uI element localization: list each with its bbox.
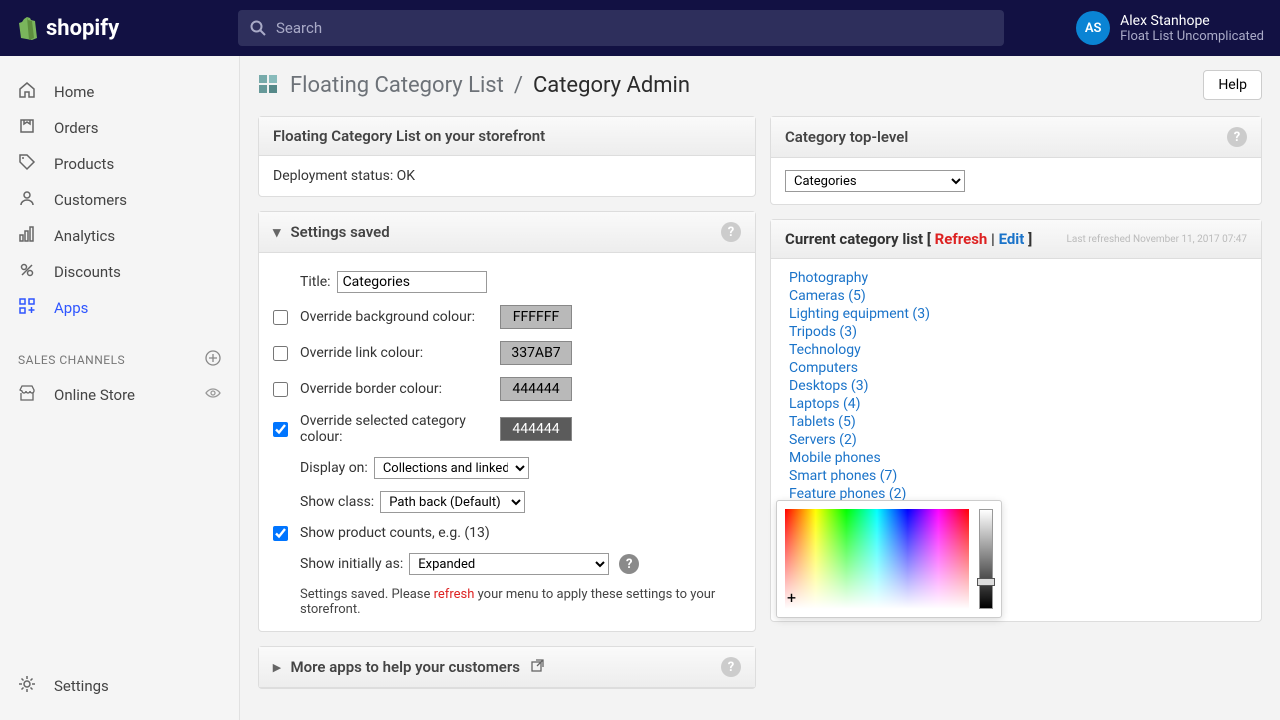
deploy-status: Deployment status: OK: [273, 168, 415, 184]
help-icon[interactable]: ?: [721, 657, 741, 677]
slider-handle[interactable]: [977, 578, 995, 586]
link-label: Override link colour:: [300, 345, 500, 361]
category-link[interactable]: Desktops (3): [789, 377, 1243, 395]
sales-channels-header: SALES CHANNELS: [0, 326, 239, 377]
color-spectrum[interactable]: +: [785, 509, 969, 609]
display-select[interactable]: Collections and linked p: [374, 457, 529, 479]
shopify-icon: [16, 16, 38, 40]
title-input[interactable]: [337, 271, 487, 293]
display-label: Display on:: [300, 460, 368, 476]
border-color-input[interactable]: [500, 377, 572, 401]
add-channel-icon[interactable]: [205, 350, 221, 369]
counts-checkbox[interactable]: [273, 526, 288, 541]
catlist-title: Current category list [ Refresh | Edit ]: [785, 230, 1032, 248]
selcat-label: Override selected category colour:: [300, 413, 500, 445]
bg-checkbox[interactable]: [273, 310, 288, 325]
initial-label: Show initially as:: [300, 556, 403, 572]
gear-icon: [18, 675, 40, 697]
category-link[interactable]: Technology: [789, 341, 1243, 359]
showclass-select[interactable]: Path back (Default): [380, 491, 525, 513]
border-checkbox[interactable]: [273, 382, 288, 397]
help-icon[interactable]: ?: [1227, 127, 1247, 147]
toplevel-panel: Category top-level? Categories: [770, 116, 1262, 205]
avatar: AS: [1076, 11, 1110, 45]
help-icon[interactable]: ?: [619, 554, 639, 574]
settings-panel: ▾ Settings saved ? Title: Override backg…: [258, 211, 756, 632]
products-icon: [18, 153, 40, 175]
search-input[interactable]: [238, 10, 1004, 46]
category-link[interactable]: Tablets (5): [789, 413, 1243, 431]
refresh-link[interactable]: refresh: [434, 587, 475, 602]
category-link[interactable]: Lighting equipment (3): [789, 305, 1243, 323]
save-message: Settings saved. Please refresh your menu…: [273, 581, 741, 619]
category-link[interactable]: Photography: [789, 269, 1243, 287]
crosshair-icon: +: [787, 588, 796, 607]
nav-orders[interactable]: Orders: [0, 110, 239, 146]
nav-settings[interactable]: Settings: [0, 668, 239, 704]
help-icon[interactable]: ?: [721, 222, 741, 242]
settings-title: Settings saved: [291, 223, 390, 241]
user-shop: Float List Uncomplicated: [1120, 29, 1264, 44]
category-link[interactable]: Laptops (4): [789, 395, 1243, 413]
toplevel-title: Category top-level: [785, 128, 908, 146]
brand-logo[interactable]: shopify: [16, 16, 238, 41]
breadcrumb-app[interactable]: Floating Category List: [290, 73, 504, 98]
orders-icon: [18, 117, 40, 139]
breadcrumb: Floating Category List / Category Admin …: [258, 70, 1262, 100]
nav-products[interactable]: Products: [0, 146, 239, 182]
nav-customers[interactable]: Customers: [0, 182, 239, 218]
edit-button[interactable]: Edit: [999, 230, 1025, 248]
bg-label: Override background colour:: [300, 309, 500, 325]
deploy-title: Floating Category List on your storefron…: [273, 127, 545, 145]
customers-icon: [18, 189, 40, 211]
home-icon: [18, 81, 40, 103]
analytics-icon: [18, 225, 40, 247]
refresh-button[interactable]: Refresh: [935, 230, 988, 248]
chevron-down-icon[interactable]: ▾: [273, 223, 281, 241]
more-apps-panel: ▸ More apps to help your customers ?: [258, 646, 756, 689]
brand-text: shopify: [46, 16, 119, 41]
nav-online-store[interactable]: Online Store: [0, 377, 239, 413]
eye-icon[interactable]: [205, 385, 221, 405]
breadcrumb-page: Category Admin: [533, 73, 690, 98]
nav-home[interactable]: Home: [0, 74, 239, 110]
selcat-checkbox[interactable]: [273, 422, 288, 437]
app-icon: [258, 74, 280, 96]
sidebar: Home Orders Products Customers Analytics…: [0, 56, 240, 720]
nav-apps[interactable]: Apps: [0, 290, 239, 326]
link-color-input[interactable]: [500, 341, 572, 365]
border-label: Override border colour:: [300, 381, 500, 397]
selcat-color-input[interactable]: [500, 417, 572, 441]
counts-label: Show product counts, e.g. (13): [300, 525, 490, 541]
user-menu[interactable]: AS Alex Stanhope Float List Uncomplicate…: [1076, 11, 1264, 45]
category-link[interactable]: Computers: [789, 359, 1243, 377]
deployment-panel: Floating Category List on your storefron…: [258, 116, 756, 197]
more-apps-title: More apps to help your customers: [291, 658, 520, 676]
bg-color-input[interactable]: [500, 305, 572, 329]
category-link[interactable]: Cameras (5): [789, 287, 1243, 305]
user-name: Alex Stanhope: [1120, 13, 1264, 29]
category-link[interactable]: Mobile phones: [789, 449, 1243, 467]
help-button[interactable]: Help: [1203, 70, 1262, 100]
initial-select[interactable]: Expanded: [409, 553, 609, 575]
search-icon: [250, 20, 266, 36]
category-link[interactable]: Tripods (3): [789, 323, 1243, 341]
color-picker[interactable]: +: [776, 500, 1002, 618]
category-link[interactable]: Servers (2): [789, 431, 1243, 449]
nav-discounts[interactable]: Discounts: [0, 254, 239, 290]
apps-icon: [18, 297, 40, 319]
title-label: Title:: [300, 274, 331, 290]
showclass-label: Show class:: [300, 494, 374, 510]
store-icon: [18, 384, 40, 406]
popup-icon[interactable]: [530, 658, 545, 677]
brightness-slider[interactable]: [979, 509, 993, 609]
nav-analytics[interactable]: Analytics: [0, 218, 239, 254]
link-checkbox[interactable]: [273, 346, 288, 361]
chevron-right-icon[interactable]: ▸: [273, 658, 281, 676]
toplevel-select[interactable]: Categories: [785, 170, 965, 192]
last-refreshed: Last refreshed November 11, 2017 07:47: [1067, 234, 1247, 245]
category-link[interactable]: Smart phones (7): [789, 467, 1243, 485]
discounts-icon: [18, 261, 40, 283]
